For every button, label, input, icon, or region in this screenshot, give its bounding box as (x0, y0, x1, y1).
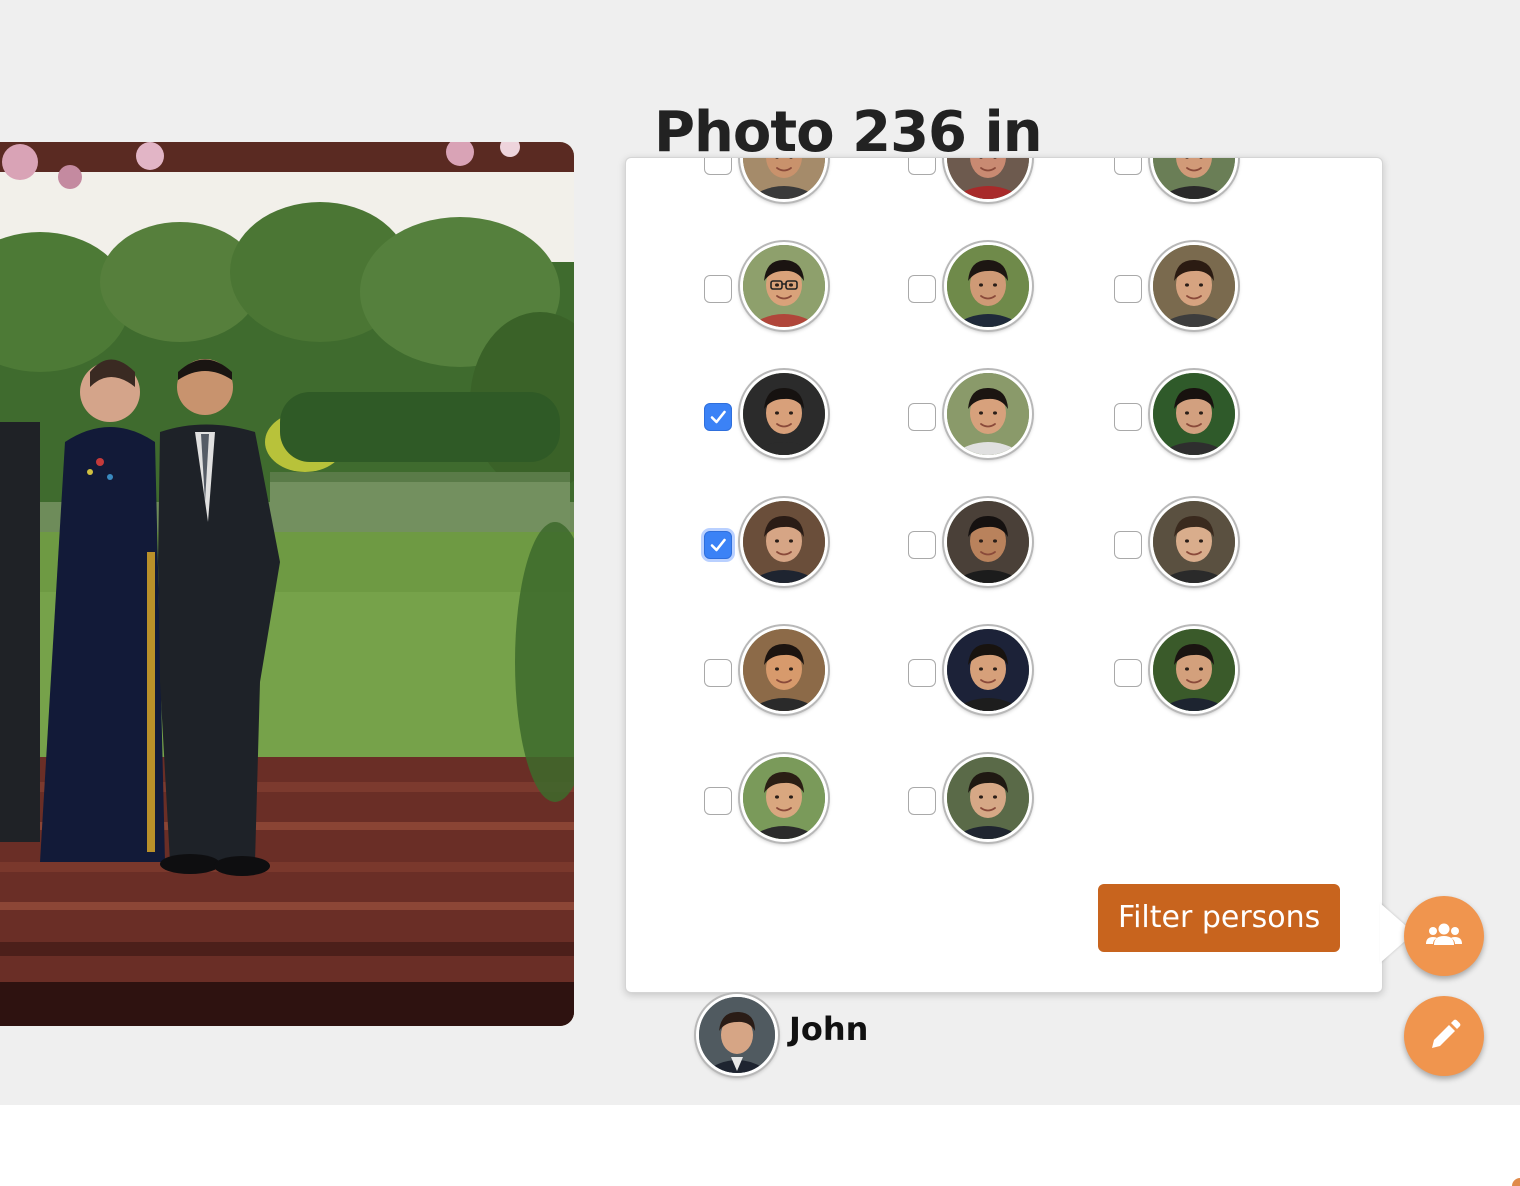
person-option[interactable] (704, 498, 864, 594)
person-checkbox[interactable] (908, 659, 936, 687)
person-option[interactable] (1114, 498, 1274, 594)
filter-persons-tooltip: Filter persons (1098, 884, 1341, 952)
person-checkbox[interactable] (1114, 403, 1142, 431)
filter-persons-panel (625, 157, 1383, 993)
page-title: Photo 236 in (654, 100, 1043, 165)
person-face (947, 158, 1029, 199)
person-face (743, 373, 825, 455)
check-icon (710, 538, 726, 552)
person-face (1153, 245, 1235, 327)
person-avatar[interactable] (740, 370, 828, 458)
person-checkbox[interactable] (704, 659, 732, 687)
person-option[interactable] (704, 370, 864, 466)
person-avatar[interactable] (1150, 370, 1238, 458)
person-avatar[interactable] (944, 754, 1032, 842)
person-option[interactable] (908, 626, 1068, 722)
filter-persons-button[interactable] (1404, 896, 1484, 976)
person-option[interactable] (1114, 158, 1274, 210)
person-face (743, 757, 825, 839)
person-avatar[interactable] (1150, 626, 1238, 714)
person-option[interactable] (1114, 626, 1274, 722)
person-avatar[interactable] (1150, 158, 1238, 202)
person-avatar[interactable] (1150, 242, 1238, 330)
person-checkbox[interactable] (704, 403, 732, 431)
tag-avatar[interactable] (696, 994, 778, 1076)
person-checkbox[interactable] (704, 531, 732, 559)
person-avatar[interactable] (944, 158, 1032, 202)
person-face (947, 757, 1029, 839)
users-icon (1426, 923, 1462, 945)
bottom-bar (0, 1105, 1520, 1186)
person-avatar[interactable] (1150, 498, 1238, 586)
person-option[interactable] (1114, 370, 1274, 466)
person-checkbox[interactable] (1114, 531, 1142, 559)
person-face (743, 245, 825, 327)
person-checkbox[interactable] (908, 787, 936, 815)
person-avatar[interactable] (944, 626, 1032, 714)
person-avatar[interactable] (740, 754, 828, 842)
person-face (1153, 629, 1235, 711)
person-checkbox[interactable] (908, 158, 936, 175)
tag-face (699, 997, 775, 1073)
person-avatar[interactable] (740, 498, 828, 586)
person-avatar[interactable] (944, 242, 1032, 330)
person-checkbox[interactable] (704, 787, 732, 815)
person-option[interactable] (908, 158, 1068, 210)
person-checkbox[interactable] (704, 275, 732, 303)
pencil-icon (1432, 1019, 1461, 1048)
person-checkbox[interactable] (1114, 659, 1142, 687)
corner-accent (1512, 1178, 1520, 1186)
person-face (1153, 373, 1235, 455)
person-face (743, 629, 825, 711)
person-avatar[interactable] (740, 626, 828, 714)
person-option[interactable] (908, 754, 1068, 850)
person-checkbox[interactable] (1114, 158, 1142, 175)
person-option[interactable] (704, 754, 864, 850)
person-option[interactable] (704, 626, 864, 722)
edit-button[interactable] (1404, 996, 1484, 1076)
person-checkbox[interactable] (908, 531, 936, 559)
person-option[interactable] (704, 242, 864, 338)
person-avatar[interactable] (740, 242, 828, 330)
person-face (947, 373, 1029, 455)
person-face (947, 501, 1029, 583)
tag-name[interactable]: John (789, 1010, 868, 1048)
person-face (1153, 501, 1235, 583)
main-photo[interactable] (0, 142, 574, 1026)
person-checkbox[interactable] (1114, 275, 1142, 303)
person-avatar[interactable] (740, 158, 828, 202)
person-checkbox[interactable] (908, 275, 936, 303)
person-avatar[interactable] (944, 370, 1032, 458)
person-option[interactable] (704, 158, 864, 210)
person-face (947, 629, 1029, 711)
check-icon (710, 410, 726, 424)
photo-image (0, 142, 574, 1026)
person-face (743, 501, 825, 583)
person-option[interactable] (908, 242, 1068, 338)
person-face (1153, 158, 1235, 199)
person-face (947, 245, 1029, 327)
person-avatar[interactable] (944, 498, 1032, 586)
person-option[interactable] (908, 498, 1068, 594)
person-face (743, 158, 825, 199)
person-option[interactable] (908, 370, 1068, 466)
photo-page: Photo 236 in Filter persons John (0, 0, 1520, 1105)
person-checkbox[interactable] (908, 403, 936, 431)
person-option[interactable] (1114, 242, 1274, 338)
person-checkbox[interactable] (704, 158, 732, 175)
